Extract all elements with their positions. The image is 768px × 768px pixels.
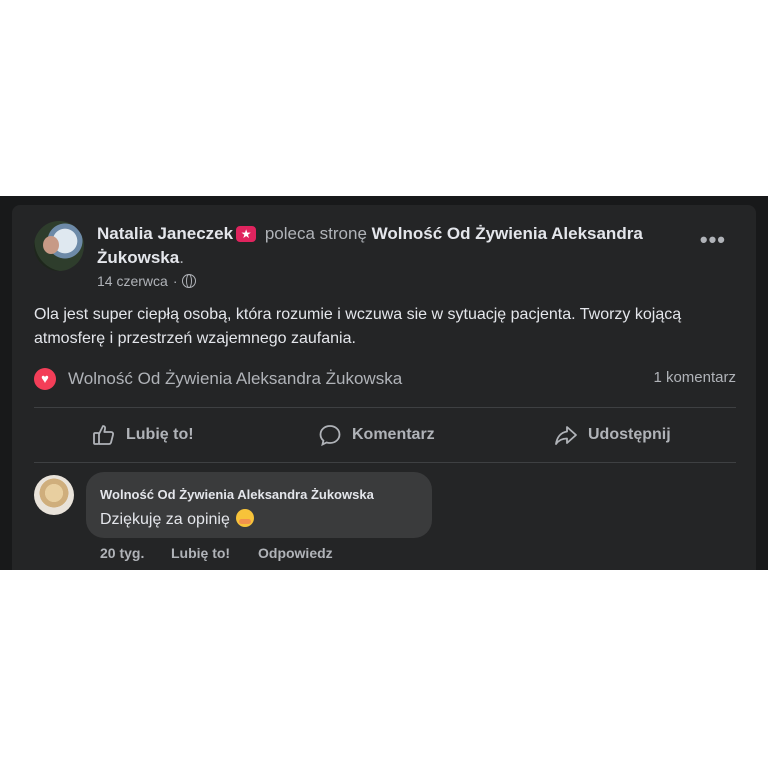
action-bar: Lubię to! Komentarz Udostępnij (34, 417, 736, 453)
divider-top (34, 407, 736, 408)
globe-icon[interactable] (182, 274, 197, 288)
comment-text: Dziękuję za opinię (100, 511, 230, 528)
post-text: Ola jest super ciepłą osobą, która rozum… (34, 306, 682, 347)
comment-time[interactable]: 20 tyg. (100, 545, 144, 561)
author-name[interactable]: Natalia Janeczek (97, 224, 233, 243)
commenter-name[interactable]: Wolność Od Żywienia Aleksandra Żukowska (100, 487, 374, 502)
thumbs-up-icon (93, 425, 115, 445)
comment-button[interactable]: Komentarz (318, 417, 435, 453)
commenter-avatar[interactable] (34, 475, 74, 515)
header-period: . (179, 248, 184, 267)
comment-bubble-icon (319, 425, 341, 447)
comment-label: Komentarz (352, 426, 435, 443)
post-date[interactable]: 14 czerwca (97, 273, 168, 289)
post-meta: 14 czerwca · (97, 273, 197, 289)
comment-like-button[interactable]: Lubię to! (171, 545, 230, 561)
post-card: Natalia Janeczek ★ poleca stronę Wolność … (12, 205, 756, 570)
share-label: Udostępnij (588, 426, 671, 443)
avatar-face (43, 236, 59, 254)
recommend-verb: poleca stronę (264, 224, 367, 243)
more-options-button[interactable]: ••• (700, 227, 726, 253)
share-button[interactable]: Udostępnij (554, 417, 671, 453)
post-header: Natalia Janeczek ★ poleca stronę Wolność … (97, 222, 687, 270)
comment-count[interactable]: 1 komentarz (653, 369, 736, 386)
comment-reply-button[interactable]: Odpowiedz (258, 545, 333, 561)
like-button[interactable]: Lubię to! (92, 417, 194, 453)
recommend-badge-icon: ★ (236, 226, 257, 242)
heart-icon: ♥ (34, 368, 56, 390)
share-arrow-icon (555, 426, 577, 445)
like-label: Lubię to! (126, 426, 194, 443)
divider-bottom (34, 462, 736, 463)
comment-text-line: Dziękuję za opinię (100, 509, 255, 529)
recommendation-row: ♥ Wolność Od Żywienia Aleksandra Żukowsk… (34, 367, 736, 391)
recommendation-page-name[interactable]: Wolność Od Żywienia Aleksandra Żukowska (68, 369, 402, 389)
author-avatar[interactable] (34, 221, 84, 271)
meta-separator: · (172, 273, 178, 289)
comment-bubble: Wolność Od Żywienia Aleksandra Żukowska … (86, 472, 432, 538)
hugging-face-emoji-icon (236, 509, 255, 527)
